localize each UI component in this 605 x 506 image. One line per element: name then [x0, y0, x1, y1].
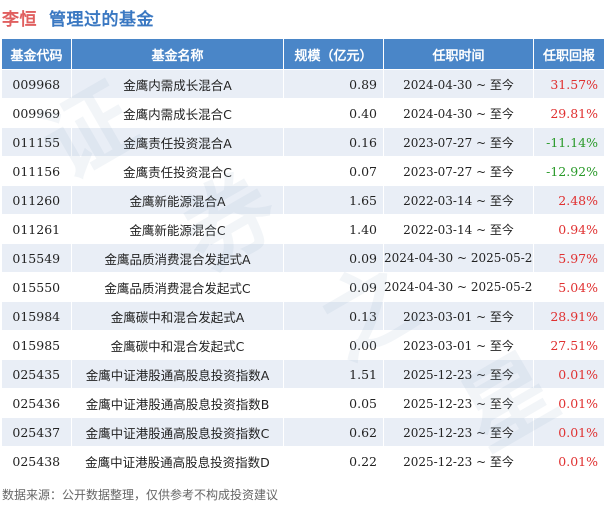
fund-return-cell: 27.51%	[533, 330, 605, 360]
table-row: 011261 金鹰新能源混合C 1.40 2022-03-14 ~ 至今 0.94%	[1, 214, 605, 244]
table-row: 011156 金鹰责任投资混合C 0.07 2023-07-27 ~ 至今 -12.92…	[1, 156, 605, 186]
fund-table: 基金代码 基金名称 规模（亿元） 任职时间 任职回报 009968 金鹰内需成长混…	[1, 38, 605, 476]
fund-name-cell: 金鹰中证港股通高股息投资指数A	[71, 359, 284, 389]
fund-name-cell: 金鹰责任投资混合C	[71, 156, 284, 186]
fund-name-cell: 金鹰新能源混合A	[71, 185, 284, 215]
fund-name-cell: 金鹰中证港股通高股息投资指数C	[71, 417, 284, 447]
table-row: 015549 金鹰品质消费混合发起式A 0.09 2024-04-30 ~ 2025-…	[1, 243, 605, 273]
fund-code-cell: 025436	[1, 388, 72, 418]
fund-code-cell: 011260	[1, 185, 72, 215]
fund-return-cell: 0.01%	[533, 388, 605, 418]
fund-name-cell: 金鹰碳中和混合发起式A	[71, 301, 284, 331]
fund-return-cell: 0.01%	[533, 446, 605, 476]
fund-scale-cell: 0.22	[283, 446, 384, 476]
fund-return-cell: 0.94%	[533, 214, 605, 244]
fund-return-cell: 5.04%	[533, 272, 605, 302]
manager-name: 李恒	[2, 9, 37, 30]
fund-return-cell: -12.92%	[533, 156, 605, 186]
fund-term-cell: 2022-03-14 ~ 至今	[383, 214, 534, 244]
fund-name-cell: 金鹰内需成长混合A	[71, 69, 284, 99]
fund-name-cell: 金鹰碳中和混合发起式C	[71, 330, 284, 360]
fund-name-cell: 金鹰责任投资混合A	[71, 127, 284, 157]
table-row: 025438 金鹰中证港股通高股息投资指数D 0.22 2025-12-23 ~ 至今…	[1, 446, 605, 476]
fund-return-cell: 31.57%	[533, 69, 605, 99]
fund-code-cell: 011155	[1, 127, 72, 157]
fund-scale-cell: 0.05	[283, 388, 384, 418]
fund-return-cell: 29.81%	[533, 98, 605, 128]
data-source-note: 数据来源：公开数据整理，仅供参考不构成投资建议	[2, 488, 279, 502]
fund-term-cell: 2024-04-30 ~ 至今	[383, 98, 534, 128]
fund-code-cell: 025437	[1, 417, 72, 447]
fund-name-cell: 金鹰新能源混合C	[71, 214, 284, 244]
column-header-return: 任职回报	[533, 38, 605, 70]
fund-scale-cell: 1.40	[283, 214, 384, 244]
table-row: 011155 金鹰责任投资混合A 0.16 2023-07-27 ~ 至今 -11.14…	[1, 127, 605, 157]
page-title-text: 管理过的基金	[49, 9, 154, 30]
fund-term-cell: 2023-03-01 ~ 至今	[383, 301, 534, 331]
column-header-scale: 规模（亿元）	[283, 38, 384, 70]
page-title: 李恒 管理过的基金	[0, 0, 154, 34]
fund-name-cell: 金鹰中证港股通高股息投资指数B	[71, 388, 284, 418]
fund-scale-cell: 0.00	[283, 330, 384, 360]
table-row: 011260 金鹰新能源混合A 1.65 2022-03-14 ~ 至今 2.48%	[1, 185, 605, 215]
fund-name-cell: 金鹰品质消费混合发起式C	[71, 272, 284, 302]
table-row: 009969 金鹰内需成长混合C 0.40 2024-04-30 ~ 至今 29.81%	[1, 98, 605, 128]
fund-code-cell: 009968	[1, 69, 72, 99]
fund-term-cell: 2023-07-27 ~ 至今	[383, 127, 534, 157]
table-row: 015985 金鹰碳中和混合发起式C 0.00 2023-03-01 ~ 至今 27.5…	[1, 330, 605, 360]
fund-return-cell: -11.14%	[533, 127, 605, 157]
fund-scale-cell: 0.09	[283, 243, 384, 273]
fund-code-cell: 015984	[1, 301, 72, 331]
fund-term-cell: 2024-04-30 ~ 2025-05-20	[383, 243, 534, 273]
fund-code-cell: 025438	[1, 446, 72, 476]
fund-term-cell: 2025-12-23 ~ 至今	[383, 446, 534, 476]
fund-scale-cell: 0.09	[283, 272, 384, 302]
fund-code-cell: 015550	[1, 272, 72, 302]
fund-term-cell: 2023-03-01 ~ 至今	[383, 330, 534, 360]
fund-scale-cell: 0.89	[283, 69, 384, 99]
table-row: 025435 金鹰中证港股通高股息投资指数A 1.51 2025-12-23 ~ 至今…	[1, 359, 605, 389]
fund-name-cell: 金鹰内需成长混合C	[71, 98, 284, 128]
table-row: 025437 金鹰中证港股通高股息投资指数C 0.62 2025-12-23 ~ 至今…	[1, 417, 605, 447]
fund-term-cell: 2024-04-30 ~ 至今	[383, 69, 534, 99]
fund-code-cell: 011156	[1, 156, 72, 186]
table-row: 009968 金鹰内需成长混合A 0.89 2024-04-30 ~ 至今 31.57%	[1, 69, 605, 99]
fund-return-cell: 0.01%	[533, 417, 605, 447]
fund-scale-cell: 0.40	[283, 98, 384, 128]
column-header-term: 任职时间	[383, 38, 534, 70]
fund-code-cell: 025435	[1, 359, 72, 389]
table-row: 015550 金鹰品质消费混合发起式C 0.09 2024-04-30 ~ 2025-…	[1, 272, 605, 302]
fund-term-cell: 2025-12-23 ~ 至今	[383, 417, 534, 447]
fund-scale-cell: 1.51	[283, 359, 384, 389]
fund-scale-cell: 0.13	[283, 301, 384, 331]
fund-term-cell: 2023-07-27 ~ 至今	[383, 156, 534, 186]
fund-name-cell: 金鹰中证港股通高股息投资指数D	[71, 446, 284, 476]
table-row: 025436 金鹰中证港股通高股息投资指数B 0.05 2025-12-23 ~ 至今…	[1, 388, 605, 418]
fund-return-cell: 2.48%	[533, 185, 605, 215]
fund-code-cell: 015549	[1, 243, 72, 273]
fund-name-cell: 金鹰品质消费混合发起式A	[71, 243, 284, 273]
column-header-code: 基金代码	[1, 38, 72, 70]
column-header-name: 基金名称	[71, 38, 284, 70]
fund-scale-cell: 0.62	[283, 417, 384, 447]
fund-term-cell: 2025-12-23 ~ 至今	[383, 359, 534, 389]
table-header-row: 基金代码 基金名称 规模（亿元） 任职时间 任职回报	[1, 38, 605, 70]
fund-term-cell: 2025-12-23 ~ 至今	[383, 388, 534, 418]
fund-return-cell: 5.97%	[533, 243, 605, 273]
fund-code-cell: 015985	[1, 330, 72, 360]
fund-code-cell: 009969	[1, 98, 72, 128]
table-body: 009968 金鹰内需成长混合A 0.89 2024-04-30 ~ 至今 31.57%…	[1, 69, 605, 476]
fund-return-cell: 28.91%	[533, 301, 605, 331]
fund-scale-cell: 0.07	[283, 156, 384, 186]
fund-code-cell: 011261	[1, 214, 72, 244]
fund-term-cell: 2024-04-30 ~ 2025-05-20	[383, 272, 534, 302]
fund-table-container: 基金代码 基金名称 规模（亿元） 任职时间 任职回报 009968 金鹰内需成长混…	[1, 38, 605, 476]
fund-term-cell: 2022-03-14 ~ 至今	[383, 185, 534, 215]
fund-scale-cell: 1.65	[283, 185, 384, 215]
fund-scale-cell: 0.16	[283, 127, 384, 157]
table-row: 015984 金鹰碳中和混合发起式A 0.13 2023-03-01 ~ 至今 28.9…	[1, 301, 605, 331]
fund-return-cell: 0.01%	[533, 359, 605, 389]
